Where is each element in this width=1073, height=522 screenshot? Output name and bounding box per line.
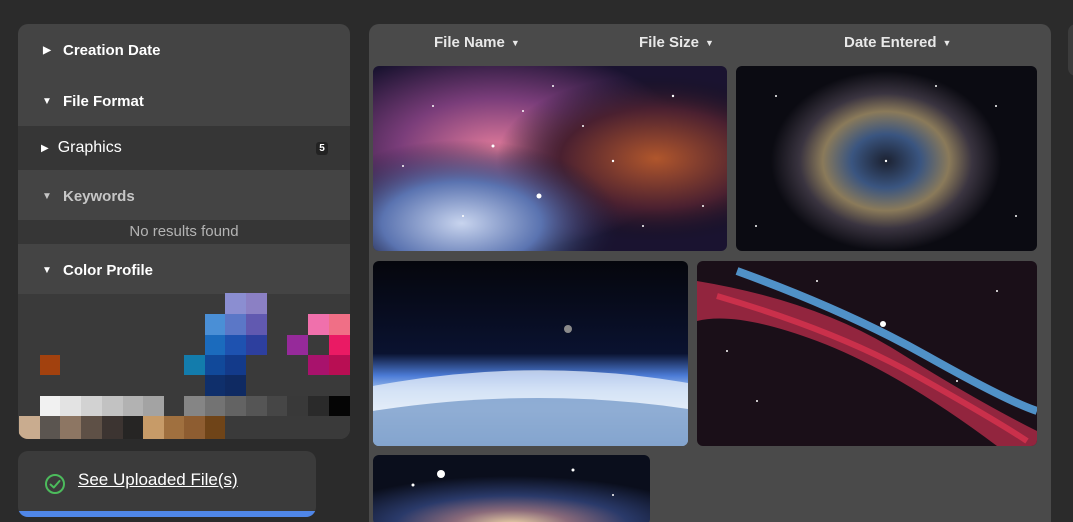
color-swatch[interactable] <box>164 416 184 439</box>
color-swatch[interactable] <box>81 416 102 439</box>
filter-item-graphics[interactable]: ▶ Graphics 5 <box>18 126 350 170</box>
filter-file-format[interactable]: ▼ File Format <box>18 77 350 125</box>
color-swatch[interactable] <box>246 335 267 355</box>
color-swatch[interactable] <box>184 355 205 375</box>
color-swatch[interactable] <box>329 355 350 375</box>
upload-progress-bar <box>18 511 316 517</box>
color-swatch-grid <box>18 293 350 439</box>
color-swatch[interactable] <box>184 396 205 416</box>
color-swatch[interactable] <box>143 396 164 416</box>
check-circle-icon <box>45 474 65 494</box>
color-swatch[interactable] <box>225 396 246 416</box>
chevron-down-icon: ▼ <box>42 190 52 202</box>
filter-creation-date[interactable]: ▶ Creation Date <box>18 26 350 74</box>
color-swatch[interactable] <box>329 396 350 416</box>
color-swatch[interactable] <box>225 335 246 355</box>
color-swatch[interactable] <box>287 396 308 416</box>
see-uploaded-files-link[interactable]: See Uploaded File(s) <box>78 470 238 490</box>
color-swatch[interactable] <box>205 335 225 355</box>
color-swatch[interactable] <box>308 396 329 416</box>
image-thumbnail[interactable] <box>736 66 1037 251</box>
color-swatch[interactable] <box>143 416 164 439</box>
color-swatch[interactable] <box>267 396 287 416</box>
filter-keywords[interactable]: ▼ Keywords <box>18 172 350 220</box>
filter-color-profile[interactable]: ▼ Color Profile <box>18 246 350 294</box>
color-swatch[interactable] <box>205 396 225 416</box>
filter-label-creation-date: Creation Date <box>63 41 161 59</box>
color-swatch[interactable] <box>40 416 60 439</box>
color-swatch[interactable] <box>184 416 205 439</box>
color-swatch[interactable] <box>287 335 308 355</box>
no-results-text: No results found <box>18 220 350 244</box>
color-swatch[interactable] <box>225 375 246 396</box>
color-swatch[interactable] <box>40 396 60 416</box>
filter-panel: ▶ Creation Date ▼ File Format ▶ Graphics… <box>18 24 350 439</box>
image-thumbnail[interactable] <box>697 261 1037 446</box>
column-label-file-size: File Size <box>639 34 700 51</box>
color-swatch[interactable] <box>60 416 81 439</box>
chevron-down-icon: ▼ <box>42 95 52 107</box>
color-swatch[interactable] <box>205 314 225 335</box>
column-label-date-entered: Date Entered <box>844 34 937 51</box>
chevron-right-icon: ▶ <box>41 142 49 154</box>
color-swatch[interactable] <box>123 416 143 439</box>
color-swatch[interactable] <box>40 355 60 375</box>
color-swatch[interactable] <box>60 396 81 416</box>
sort-file-size-button[interactable]: File Size ▼ <box>639 34 714 51</box>
color-swatch[interactable] <box>246 314 267 335</box>
chevron-down-icon: ▼ <box>510 37 520 48</box>
chevron-right-icon: ▶ <box>43 44 51 56</box>
color-swatch[interactable] <box>329 314 350 335</box>
side-panel-edge <box>1068 24 1073 76</box>
color-swatch[interactable] <box>19 416 40 439</box>
image-thumbnail[interactable] <box>373 66 727 251</box>
filter-label-file-format: File Format <box>63 92 144 110</box>
filter-item-graphics-label: Graphics <box>57 139 122 156</box>
sort-file-name-button[interactable]: File Name ▼ <box>434 34 520 51</box>
color-swatch[interactable] <box>308 314 329 335</box>
filter-label-color-profile: Color Profile <box>63 261 154 279</box>
chevron-down-icon: ▼ <box>942 37 952 48</box>
color-swatch[interactable] <box>81 396 102 416</box>
color-swatch[interactable] <box>205 416 225 439</box>
image-thumbnail[interactable] <box>373 455 650 522</box>
column-label-file-name: File Name <box>434 34 505 51</box>
color-swatch[interactable] <box>225 293 246 314</box>
color-swatch[interactable] <box>246 293 267 314</box>
color-swatch[interactable] <box>205 375 225 396</box>
count-badge: 5 <box>316 142 328 155</box>
upload-notification: See Uploaded File(s) <box>18 451 316 517</box>
color-swatch[interactable] <box>329 335 350 355</box>
color-swatch[interactable] <box>308 355 329 375</box>
color-swatch[interactable] <box>102 396 123 416</box>
color-swatch[interactable] <box>123 396 143 416</box>
filter-label-keywords: Keywords <box>63 187 135 205</box>
gallery-panel: File Name ▼ File Size ▼ Date Entered ▼ <box>369 24 1051 522</box>
color-swatch[interactable] <box>246 396 267 416</box>
chevron-down-icon: ▼ <box>705 37 714 48</box>
chevron-down-icon: ▼ <box>42 264 52 276</box>
color-swatch[interactable] <box>225 314 246 335</box>
image-thumbnail[interactable] <box>373 261 688 446</box>
color-swatch[interactable] <box>225 355 246 375</box>
color-swatch[interactable] <box>102 416 123 439</box>
sort-date-entered-button[interactable]: Date Entered ▼ <box>844 34 951 51</box>
color-swatch[interactable] <box>205 355 225 375</box>
